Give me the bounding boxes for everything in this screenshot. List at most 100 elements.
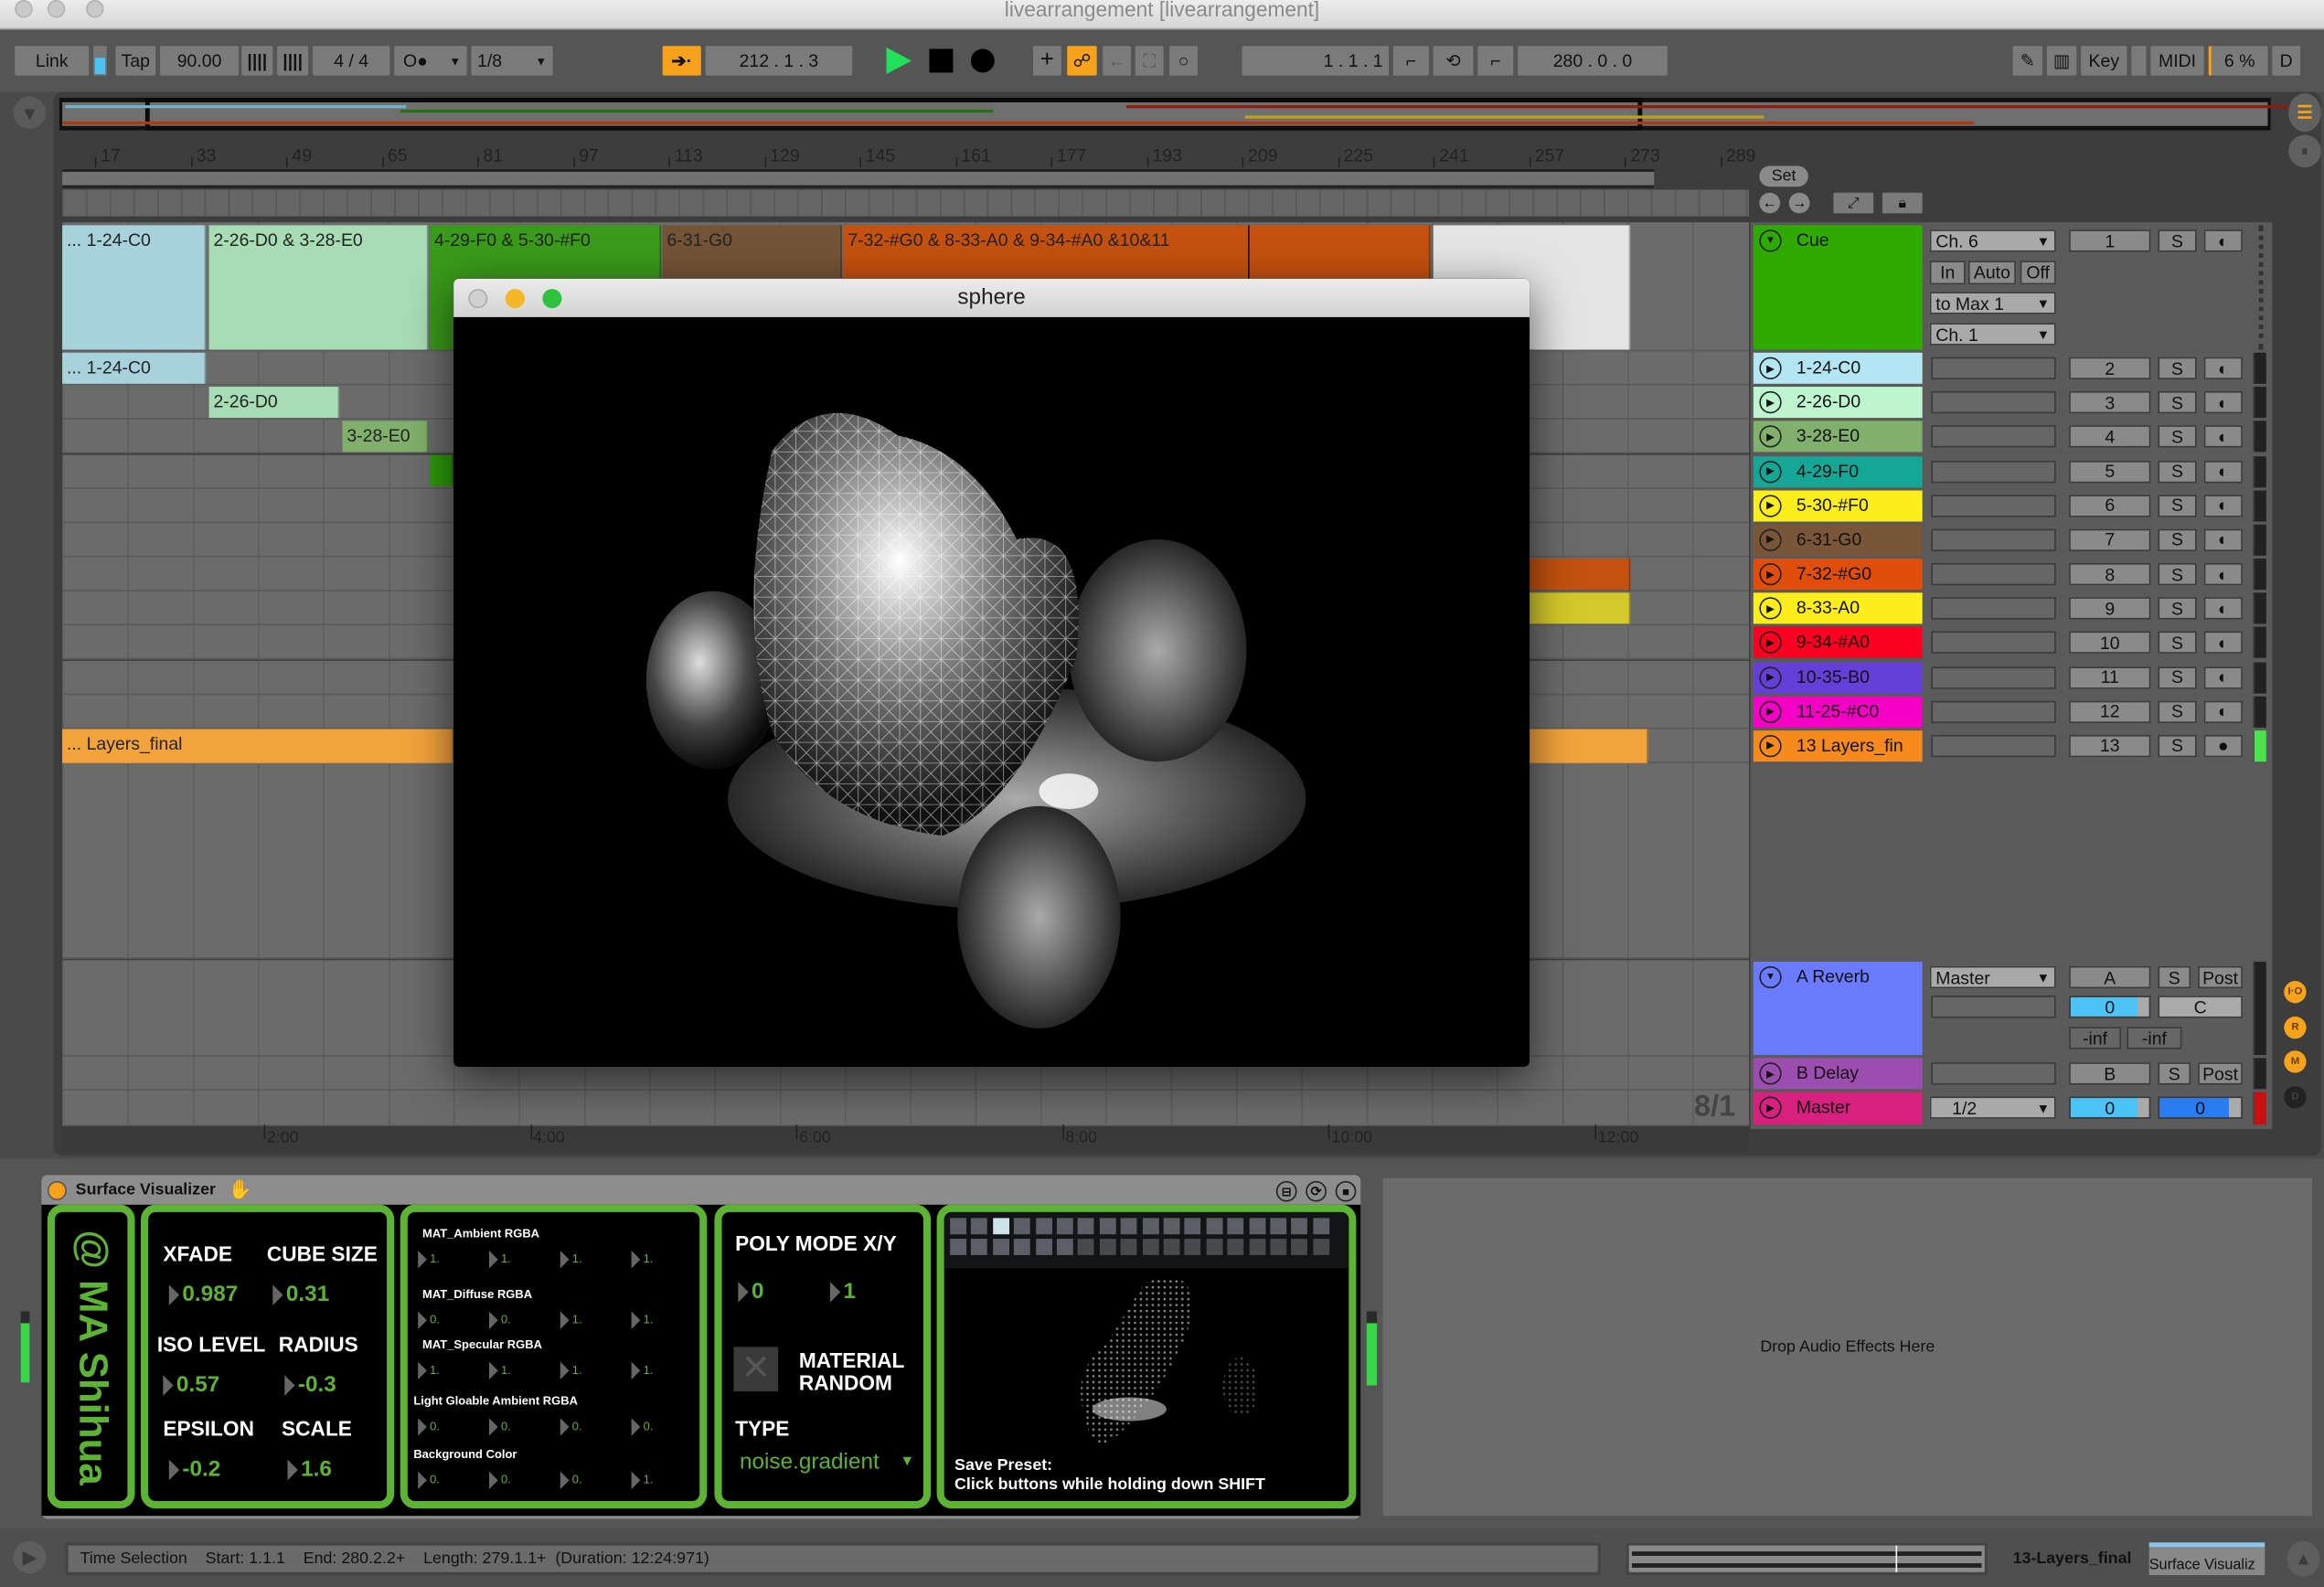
track-header[interactable]: ▶ 2-26-D0: [1753, 387, 1923, 419]
record-arm-icon[interactable]: ◐: [2203, 494, 2243, 517]
show-detail-icon[interactable]: ▶: [13, 1540, 47, 1574]
preset-slot[interactable]: [992, 1239, 1009, 1255]
play-icon[interactable]: ▶: [1759, 460, 1782, 483]
preset-slot[interactable]: [950, 1239, 967, 1255]
preset-slot[interactable]: [1120, 1218, 1137, 1235]
preset-slot[interactable]: [1206, 1218, 1223, 1235]
preset-slot[interactable]: [1291, 1239, 1308, 1255]
param-number-box[interactable]: 1.6: [288, 1456, 332, 1482]
sphere-window-title-bar[interactable]: sphere: [453, 278, 1530, 317]
track-activator[interactable]: 8: [2069, 562, 2151, 586]
color-number-box[interactable]: 1.: [418, 1362, 440, 1379]
monitor-auto-button[interactable]: Auto: [1967, 261, 2016, 285]
loop-brace[interactable]: [62, 168, 1655, 188]
play-icon[interactable]: ▶: [1759, 494, 1782, 517]
track-header[interactable]: ▶ 10-35-B0: [1753, 661, 1923, 693]
clip[interactable]: [1530, 729, 1648, 763]
monitor-off-button[interactable]: Off: [2020, 261, 2056, 285]
param-number-box[interactable]: 0.987: [169, 1282, 238, 1307]
master-lane[interactable]: [62, 1090, 1750, 1126]
device-activator-toggle[interactable]: [47, 1180, 67, 1200]
color-number-box[interactable]: 1.: [560, 1311, 582, 1328]
output-dropdown[interactable]: Master: [1929, 965, 2056, 989]
tap-tempo-button[interactable]: Tap: [115, 46, 156, 76]
track-header[interactable]: ▶ 9-34-#A0: [1753, 627, 1923, 659]
io-toggle-icon[interactable]: ⏸: [2288, 134, 2321, 168]
save-preset-icon[interactable]: ■: [1335, 1180, 1357, 1202]
clip[interactable]: 2-26-D0 & 3-28-E0: [208, 225, 429, 350]
play-icon[interactable]: ▶: [1759, 666, 1782, 688]
record-arm-icon[interactable]: ◐: [2203, 562, 2243, 586]
clip[interactable]: [430, 454, 454, 486]
preset-slot[interactable]: [1291, 1218, 1308, 1235]
toggle-m-button[interactable]: M: [2284, 1050, 2307, 1073]
play-icon[interactable]: ▶: [1759, 1096, 1782, 1119]
play-icon[interactable]: ▶: [1759, 425, 1782, 449]
preset-slot[interactable]: [1163, 1218, 1180, 1235]
track-activator[interactable]: 7: [2069, 528, 2151, 551]
solo-button[interactable]: S: [2158, 965, 2191, 989]
record-arm-icon[interactable]: ◐: [2203, 632, 2243, 655]
play-icon[interactable]: ▶: [1759, 700, 1782, 723]
record-button[interactable]: [970, 48, 995, 73]
preset-slot[interactable]: [1184, 1218, 1201, 1235]
preset-slot[interactable]: [1120, 1239, 1137, 1255]
time-ruler-bg[interactable]: [62, 1125, 1750, 1154]
preset-slot[interactable]: [1035, 1239, 1052, 1255]
record-arm-icon[interactable]: ◐: [2203, 700, 2243, 723]
solo-button[interactable]: S: [2158, 425, 2197, 449]
track-header[interactable]: ▶ 11-25-#C0: [1753, 696, 1923, 728]
toggle-d-button[interactable]: D: [2284, 1085, 2307, 1108]
solo-button[interactable]: S: [2158, 700, 2197, 723]
loop-switch-icon[interactable]: ⟲: [1433, 46, 1474, 76]
punch-out-icon[interactable]: ⌐: [1477, 46, 1514, 76]
preset-slot[interactable]: [1142, 1218, 1159, 1235]
clip[interactable]: [1530, 559, 1631, 591]
toggle-io-button[interactable]: I·O: [2284, 981, 2307, 1004]
key-map-button[interactable]: Key: [2081, 46, 2127, 76]
unfold-icon[interactable]: ⊟: [1275, 1180, 1297, 1202]
solo-button[interactable]: S: [2158, 357, 2197, 379]
return-track-header[interactable]: ▶ B Delay: [1753, 1058, 1923, 1090]
track-header[interactable]: ▶ 13 Layers_fin: [1753, 730, 1923, 762]
master-output-dropdown[interactable]: 1/2: [1929, 1096, 2056, 1119]
punch-in-icon[interactable]: ⌐: [1392, 46, 1429, 76]
song-position-field[interactable]: 212 . 1 . 3: [705, 46, 853, 76]
track-header[interactable]: ▶ 1-24-C0: [1753, 352, 1923, 384]
arrangement-toggle-icon[interactable]: ▼: [13, 96, 47, 130]
play-icon[interactable]: ▶: [1759, 1062, 1782, 1085]
color-number-box[interactable]: 1.: [489, 1362, 511, 1379]
fold-icon[interactable]: ▼: [1759, 965, 1782, 989]
sphere-render-window[interactable]: sphere: [453, 278, 1530, 1068]
solo-button[interactable]: S: [2158, 734, 2197, 758]
color-number-box[interactable]: 1.: [632, 1311, 654, 1328]
play-icon[interactable]: ▶: [1759, 391, 1782, 414]
material-random-checkbox[interactable]: ✕: [733, 1347, 779, 1392]
param-number-box[interactable]: -0.2: [169, 1456, 220, 1482]
color-number-box[interactable]: 0.: [489, 1311, 511, 1328]
midi-from-dropdown[interactable]: Ch. 6: [1929, 229, 2056, 252]
solo-button[interactable]: S: [2158, 666, 2197, 688]
time-signature-field[interactable]: 4 / 4: [313, 46, 390, 76]
link-button[interactable]: Link: [15, 46, 90, 76]
preset-slot[interactable]: [1184, 1239, 1201, 1255]
track-header[interactable]: ▶ 5-30-#F0: [1753, 489, 1923, 522]
color-number-box[interactable]: 0.: [632, 1418, 654, 1435]
preset-slot[interactable]: [1078, 1239, 1095, 1255]
set-locator-button[interactable]: Set: [1759, 165, 1808, 187]
solo-button[interactable]: S: [2158, 494, 2197, 517]
loop-length-field[interactable]: 280 . 0 . 0: [1518, 46, 1668, 76]
scrub-area[interactable]: [62, 189, 1750, 217]
show-clip-view-icon[interactable]: ▲: [2287, 1540, 2320, 1577]
param-number-box[interactable]: -0.3: [284, 1372, 336, 1398]
re-enable-automation-icon[interactable]: ⤢: [1833, 192, 1874, 214]
nudge-down-icon[interactable]: ||||: [241, 46, 273, 76]
volume-field[interactable]: 0: [2069, 996, 2151, 1018]
track-activator[interactable]: 3: [2069, 391, 2151, 414]
track-activator[interactable]: 4: [2069, 425, 2151, 449]
preset-slot[interactable]: [1227, 1218, 1244, 1235]
param-number-box[interactable]: 0.31: [272, 1282, 329, 1307]
color-number-box[interactable]: 0.: [418, 1311, 440, 1328]
solo-button[interactable]: S: [2158, 1062, 2191, 1085]
preset-slot[interactable]: [950, 1218, 967, 1235]
